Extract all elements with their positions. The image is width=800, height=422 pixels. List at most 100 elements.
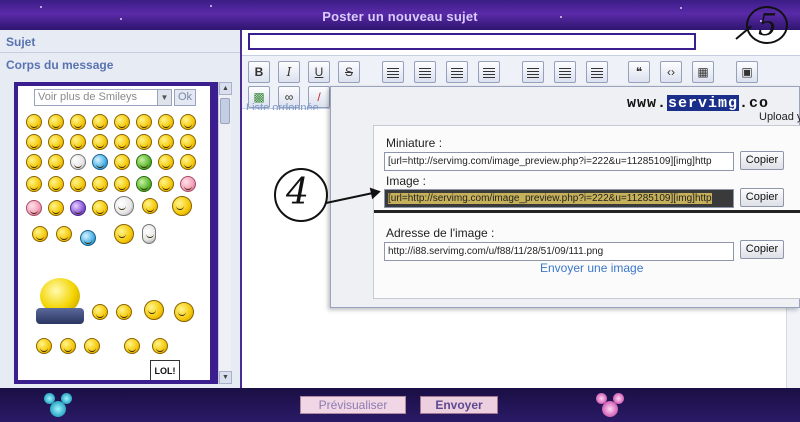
smiley-icon[interactable] [70, 114, 86, 130]
table-icon[interactable]: ▦ [692, 61, 714, 83]
smiley-icon[interactable] [180, 154, 196, 170]
align-right-button[interactable] [446, 61, 468, 83]
smiley-icon[interactable] [92, 304, 108, 320]
smiley-icon[interactable] [48, 154, 64, 170]
smiley-icon[interactable] [136, 134, 152, 150]
image-address-label: Adresse de l'image : [386, 226, 495, 240]
copy-image-button[interactable]: Copier [740, 188, 784, 207]
divider [0, 52, 240, 53]
horizontal-rule-button[interactable] [586, 61, 608, 83]
smiley-icon[interactable] [56, 226, 72, 242]
smiley-icon[interactable] [180, 176, 196, 192]
smiley-icon[interactable] [142, 198, 158, 214]
arrow-icon [325, 190, 380, 204]
miniature-label: Miniature : [386, 136, 443, 150]
send-button[interactable]: Envoyer [420, 396, 498, 414]
scroll-up-icon[interactable]: ▲ [219, 82, 232, 95]
smiley-category-select[interactable]: Voir plus de Smileys ▼ [34, 89, 172, 106]
italic-button[interactable]: I [278, 61, 300, 83]
smiley-icon[interactable] [48, 200, 64, 216]
step-5-annotation: 5 [735, 6, 792, 52]
smiley-icon[interactable] [136, 176, 152, 192]
smiley-icon[interactable] [70, 134, 86, 150]
smiley-icon[interactable] [48, 176, 64, 192]
smiley-icon[interactable] [136, 114, 152, 130]
bold-button[interactable]: B [248, 61, 270, 83]
bullet-list-button[interactable] [522, 61, 544, 83]
code-icon[interactable]: ‹› [660, 61, 682, 83]
miniature-code-field[interactable]: [url=http://servimg.com/image_preview.ph… [384, 152, 734, 171]
smiley-scrollbar[interactable]: ▲ ▼ [218, 82, 232, 384]
strikethrough-button[interactable]: S [338, 61, 360, 83]
smiley-icon[interactable] [180, 114, 196, 130]
crystal-ball-icon[interactable] [36, 278, 84, 326]
align-center-button[interactable] [414, 61, 436, 83]
divider [374, 210, 800, 213]
smiley-icon[interactable] [80, 230, 96, 246]
smiley-icon[interactable] [114, 176, 130, 192]
smiley-icon[interactable] [152, 338, 168, 354]
smiley-icon[interactable] [124, 338, 140, 354]
subject-input[interactable] [248, 33, 696, 50]
servimg-tagline: Upload your [759, 111, 800, 123]
smiley-icon[interactable] [70, 176, 86, 192]
smiley-icon[interactable] [26, 176, 42, 192]
left-column: Sujet Corps du message Voir plus de Smil… [0, 30, 242, 388]
preview-button[interactable]: Prévisualiser [300, 396, 406, 414]
smiley-icon[interactable] [136, 154, 152, 170]
smiley-icon[interactable] [92, 154, 108, 170]
underline-button[interactable]: U [308, 61, 330, 83]
smiley-icon[interactable] [70, 200, 86, 216]
lol-sign-icon[interactable]: LOL! [150, 360, 180, 380]
copy-miniature-button[interactable]: Copier [740, 151, 784, 170]
smiley-icon[interactable] [26, 200, 42, 216]
smiley-icon[interactable] [158, 134, 174, 150]
smiley-icon[interactable] [142, 224, 156, 244]
align-left-button[interactable] [382, 61, 404, 83]
ordered-list-button[interactable] [554, 61, 576, 83]
servimg-upload-button[interactable]: ▣ [736, 61, 758, 83]
scroll-down-icon[interactable]: ▼ [219, 371, 232, 384]
scrollbar-thumb[interactable] [220, 98, 230, 124]
smiley-icon[interactable] [92, 114, 108, 130]
smiley-icon[interactable] [26, 114, 42, 130]
copy-address-button[interactable]: Copier [740, 240, 784, 259]
smiley-icon[interactable] [114, 134, 130, 150]
smiley-icon[interactable] [32, 226, 48, 242]
image-address-field[interactable]: http://i88.servimg.com/u/f88/11/28/51/09… [384, 242, 734, 261]
smiley-icon[interactable] [70, 154, 86, 170]
smiley-icon[interactable] [92, 200, 108, 216]
smiley-icon[interactable] [180, 134, 196, 150]
smiley-icon[interactable] [158, 176, 174, 192]
smiley-icon[interactable] [36, 338, 52, 354]
smiley-icon[interactable] [174, 302, 194, 322]
smiley-icon[interactable] [92, 176, 108, 192]
smiley-icon[interactable] [26, 154, 42, 170]
smiley-icon[interactable] [92, 134, 108, 150]
smiley-icon[interactable] [114, 196, 134, 216]
quote-icon[interactable]: ❝ [628, 61, 650, 83]
smiley-icon[interactable] [114, 224, 134, 244]
smiley-panel: Voir plus de Smileys ▼ Ok LOL! [14, 82, 218, 384]
justify-button[interactable] [478, 61, 500, 83]
smiley-icon[interactable] [114, 154, 130, 170]
smiley-icon[interactable] [144, 300, 164, 320]
mickey-ornament-icon [596, 391, 624, 419]
smiley-icon[interactable] [116, 304, 132, 320]
smiley-icon[interactable] [26, 134, 42, 150]
image-code-field[interactable]: [url=http://servimg.com/image_preview.ph… [384, 189, 734, 208]
servimg-logo: www.servimg.co [627, 95, 770, 111]
send-image-link[interactable]: Envoyer une image [540, 261, 643, 275]
smiley-icon[interactable] [158, 154, 174, 170]
smiley-icon[interactable] [158, 114, 174, 130]
smiley-icon[interactable] [48, 114, 64, 130]
ok-button[interactable]: Ok [174, 89, 196, 106]
smiley-icon[interactable] [172, 196, 192, 216]
smiley-icon[interactable] [60, 338, 76, 354]
subject-label: Sujet [6, 35, 36, 49]
chevron-down-icon: ▼ [157, 90, 171, 105]
page-header: Poster un nouveau sujet [0, 0, 800, 30]
smiley-icon[interactable] [84, 338, 100, 354]
smiley-icon[interactable] [114, 114, 130, 130]
smiley-icon[interactable] [48, 134, 64, 150]
